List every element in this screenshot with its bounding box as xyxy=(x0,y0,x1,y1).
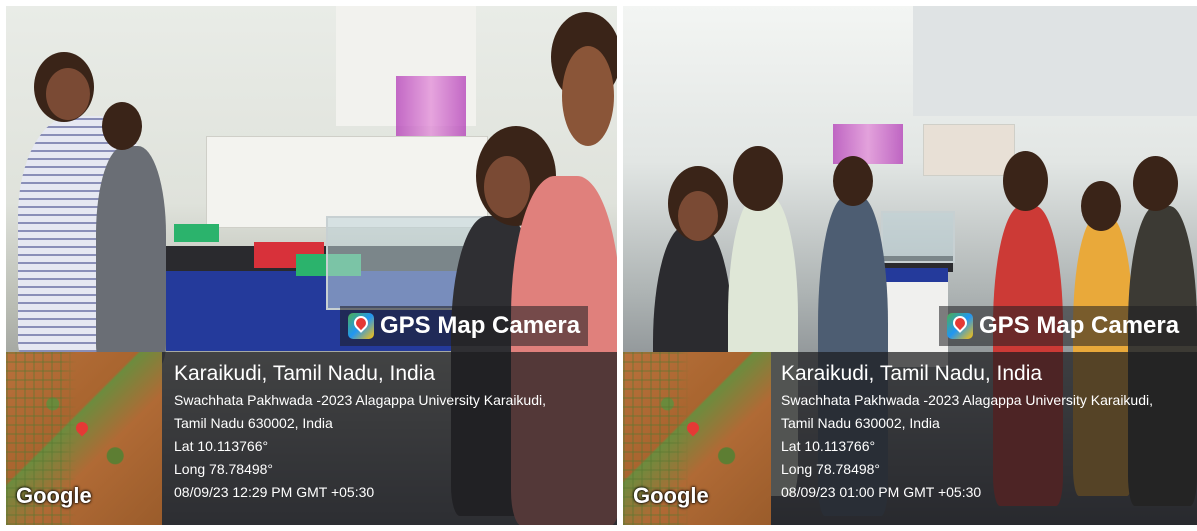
address-line-2: Tamil Nadu 630002, India xyxy=(174,415,333,431)
gps-map-camera-icon xyxy=(947,313,973,339)
location-title: Karaikudi, Tamil Nadu, India xyxy=(174,362,436,385)
info-panel: Google Karaikudi, Tamil Nadu, India Swac… xyxy=(623,352,1197,525)
address-line-2: Tamil Nadu 630002, India xyxy=(781,415,940,431)
app-name: GPS Map Camera xyxy=(380,312,581,339)
info-panel: Google Karaikudi, Tamil Nadu, India Swac… xyxy=(6,352,617,525)
timestamp: 08/09/23 12:29 PM GMT +05:30 xyxy=(174,484,375,500)
app-name: GPS Map Camera xyxy=(979,312,1180,339)
map-thumbnail: Google xyxy=(623,352,771,525)
google-logo: Google xyxy=(16,483,92,508)
photo-right: GPS Map Camera Google Karaikudi, Tamil N… xyxy=(623,6,1197,525)
gps-banner: GPS Map Camera xyxy=(340,306,589,346)
location-details: Karaikudi, Tamil Nadu, India Swachhata P… xyxy=(781,362,1191,501)
timestamp: 08/09/23 01:00 PM GMT +05:30 xyxy=(781,484,982,500)
photo-left: GPS Map Camera Google Karaikudi, Tamil N… xyxy=(6,6,617,525)
gps-map-camera-icon xyxy=(348,313,374,339)
location-title: Karaikudi, Tamil Nadu, India xyxy=(781,362,1043,385)
map-thumbnail: Google xyxy=(6,352,162,525)
address-line-1: Swachhata Pakhwada -2023 Alagappa Univer… xyxy=(174,392,547,408)
gps-banner: GPS Map Camera xyxy=(939,306,1197,346)
address-line-1: Swachhata Pakhwada -2023 Alagappa Univer… xyxy=(781,392,1154,408)
google-logo: Google xyxy=(633,483,709,508)
latitude: Lat 10.113766° xyxy=(781,438,876,454)
longitude: Long 78.78498° xyxy=(781,461,881,477)
location-details: Karaikudi, Tamil Nadu, India Swachhata P… xyxy=(174,362,611,501)
longitude: Long 78.78498° xyxy=(174,461,274,477)
latitude: Lat 10.113766° xyxy=(174,438,269,454)
